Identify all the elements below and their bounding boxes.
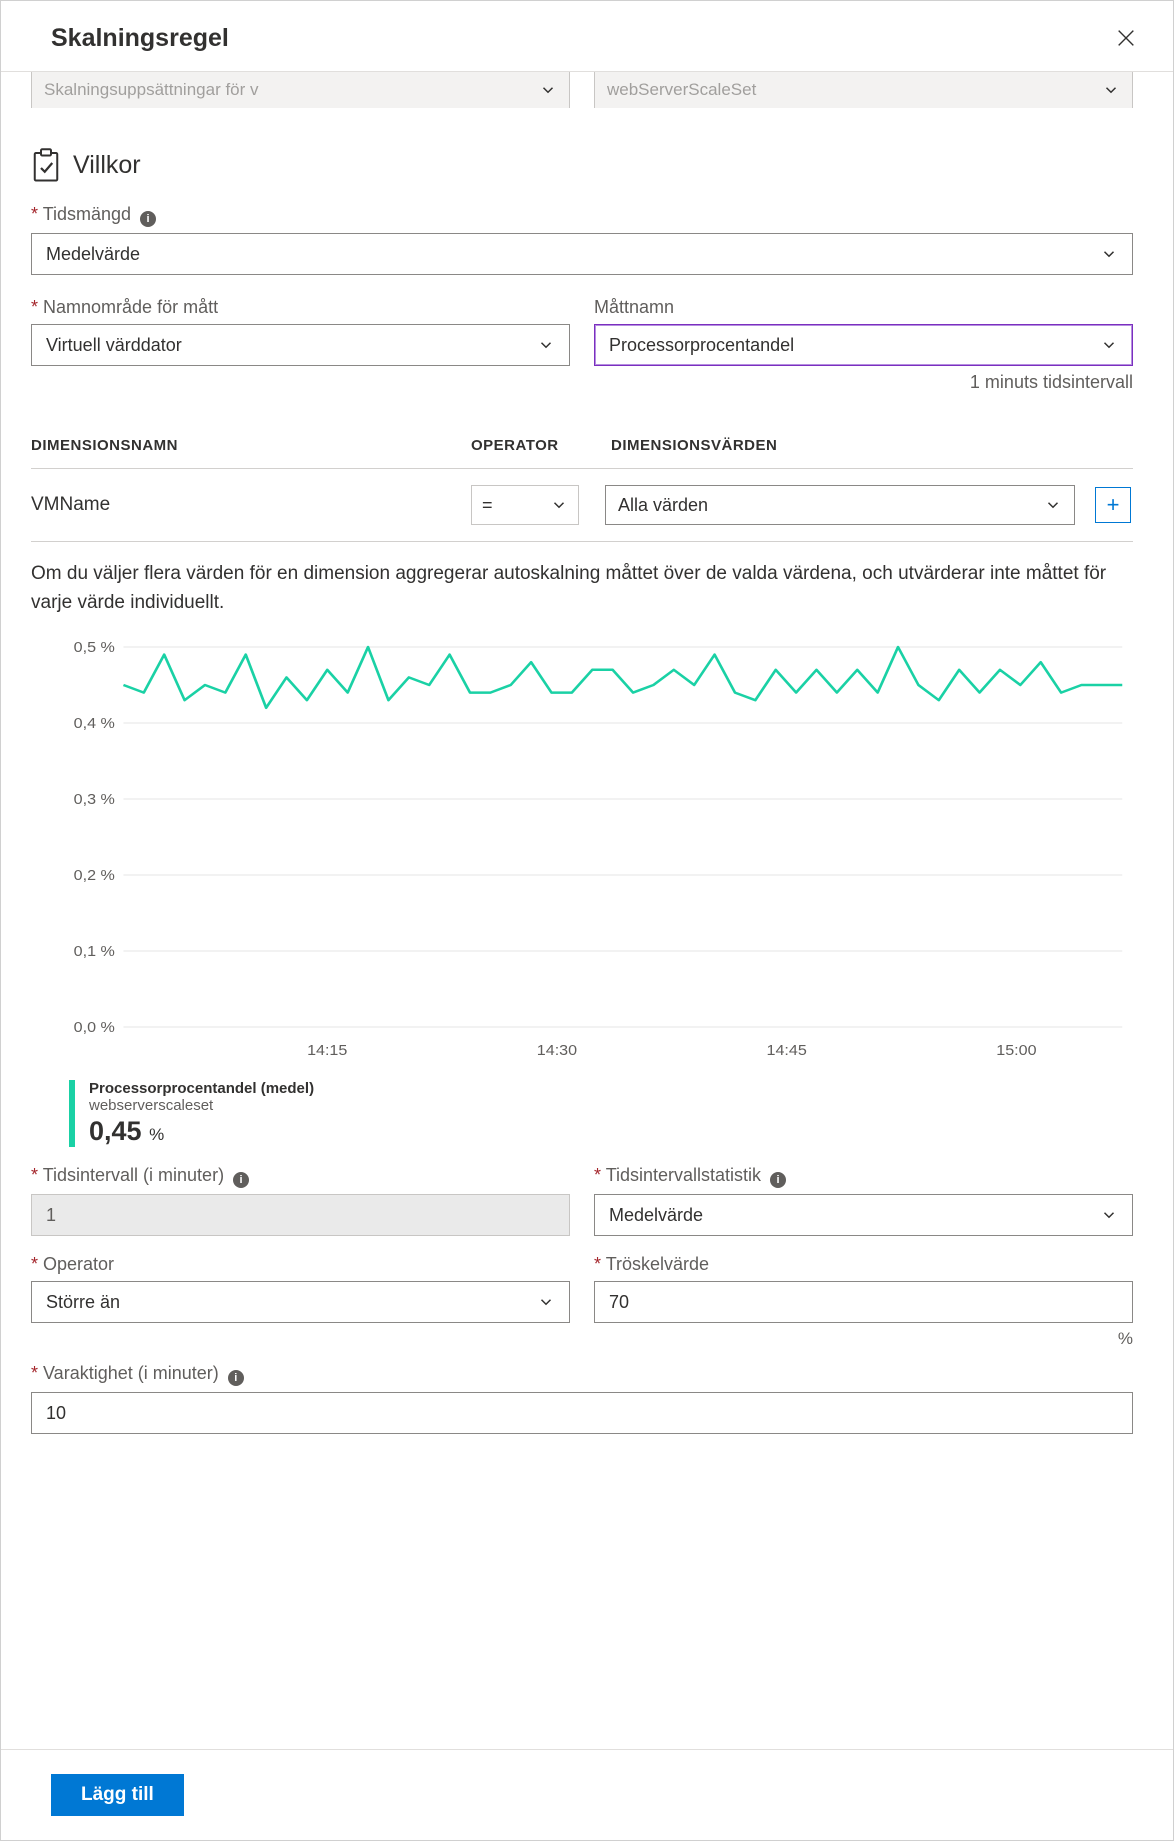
chevron-down-icon <box>537 336 555 354</box>
dimensions-header-values: Dimensionsvärden <box>611 437 1133 454</box>
criteria-section-header: Villkor <box>31 148 1133 182</box>
criteria-section-title: Villkor <box>73 151 141 180</box>
dimension-value: Alla värden <box>618 495 708 516</box>
operator-value: Större än <box>46 1292 120 1313</box>
legend-title: Processorprocentandel (medel) <box>89 1080 314 1097</box>
svg-text:14:15: 14:15 <box>307 1042 347 1058</box>
chevron-down-icon <box>1100 336 1118 354</box>
plus-icon: + <box>1107 492 1120 518</box>
metric-name-value: Processorprocentandel <box>609 335 794 356</box>
threshold-label: Tröskelvärde <box>594 1254 1133 1275</box>
dimension-operator-select[interactable]: = <box>471 485 579 525</box>
svg-text:0,4 %: 0,4 % <box>74 715 115 731</box>
panel-title: Skalningsregel <box>51 24 229 53</box>
dimension-name: VMName <box>31 494 471 516</box>
svg-text:14:45: 14:45 <box>767 1042 807 1058</box>
info-icon[interactable]: i <box>140 211 156 227</box>
panel-footer: Lägg till <box>1 1749 1173 1840</box>
time-grain-label: Tidsintervall (i minuter) i <box>31 1165 570 1188</box>
time-aggregation-select[interactable]: Medelvärde <box>31 233 1133 275</box>
info-icon[interactable]: i <box>228 1370 244 1386</box>
svg-text:0,0 %: 0,0 % <box>74 1019 115 1035</box>
time-grain-stat-select[interactable]: Medelvärde <box>594 1194 1133 1236</box>
close-button[interactable] <box>1109 21 1143 55</box>
time-grain-stat-label: Tidsintervallstatistik i <box>594 1165 1133 1188</box>
time-aggregation-label: Tidsmängd i <box>31 204 1133 227</box>
dimension-value-select[interactable]: Alla värden <box>605 485 1075 525</box>
legend-subtitle: webserverscaleset <box>89 1097 314 1114</box>
metric-chart: 0,5 % 0,4 % 0,3 % 0,2 % 0,1 % 0,0 % 14:15 14:30… <box>59 637 1133 1147</box>
metric-namespace-value: Virtuell värddator <box>46 335 182 356</box>
metric-source-select[interactable]: Skalningsuppsättningar för v <box>31 72 570 108</box>
time-aggregation-value: Medelvärde <box>46 244 140 265</box>
info-icon[interactable]: i <box>233 1172 249 1188</box>
resource-value: webServerScaleSet <box>607 80 756 100</box>
add-button[interactable]: Lägg till <box>51 1774 184 1816</box>
add-dimension-button[interactable]: + <box>1095 487 1131 523</box>
svg-text:0,2 %: 0,2 % <box>74 867 115 883</box>
time-grain-input: 1 <box>31 1194 570 1236</box>
metric-namespace-label: Namnområde för mått <box>31 297 570 318</box>
chevron-down-icon <box>550 496 568 514</box>
varaktighet-input[interactable]: 10 <box>31 1392 1133 1434</box>
dimensions-header-operator: Operator <box>471 437 611 454</box>
threshold-unit: % <box>594 1329 1133 1349</box>
legend-value: 0,45 % <box>89 1116 314 1147</box>
time-grain-stat-value: Medelvärde <box>609 1205 703 1226</box>
chevron-down-icon <box>1100 1206 1118 1224</box>
dimension-operator-value: = <box>482 495 493 516</box>
metric-name-select[interactable]: Processorprocentandel <box>594 324 1133 366</box>
info-icon[interactable]: i <box>770 1172 786 1188</box>
chevron-down-icon <box>1100 245 1118 263</box>
operator-label: Operator <box>31 1254 570 1275</box>
chart-legend: Processorprocentandel (medel) webservers… <box>69 1080 1133 1147</box>
svg-text:0,1 %: 0,1 % <box>74 943 115 959</box>
threshold-input[interactable]: 70 <box>594 1281 1133 1323</box>
dimension-row: VMName = Alla värden <box>31 469 1133 542</box>
resource-select[interactable]: webServerScaleSet <box>594 72 1133 108</box>
dimension-description: Om du väljer flera värden för en dimensi… <box>31 560 1133 617</box>
panel-header: Skalningsregel <box>1 1 1173 72</box>
chevron-down-icon <box>537 1293 555 1311</box>
dimensions-header-name: Dimensionsnamn <box>31 437 471 454</box>
clipboard-check-icon <box>31 148 61 182</box>
varaktighet-label: Varaktighet (i minuter) i <box>31 1363 1133 1386</box>
svg-text:15:00: 15:00 <box>996 1042 1037 1058</box>
svg-text:14:30: 14:30 <box>537 1042 578 1058</box>
chevron-down-icon <box>539 81 557 99</box>
chevron-down-icon <box>1102 81 1120 99</box>
metric-namespace-select[interactable]: Virtuell värddator <box>31 324 570 366</box>
legend-color-bar <box>69 1080 75 1147</box>
interval-hint: 1 minuts tidsintervall <box>594 372 1133 393</box>
operator-select[interactable]: Större än <box>31 1281 570 1323</box>
dimensions-header-row: Dimensionsnamn Operator Dimensionsvärden <box>31 411 1133 469</box>
metric-name-label: Måttnamn <box>594 297 1133 318</box>
chevron-down-icon <box>1044 496 1062 514</box>
svg-text:0,3 %: 0,3 % <box>74 791 115 807</box>
metric-source-value: Skalningsuppsättningar för v <box>44 80 259 100</box>
svg-text:0,5 %: 0,5 % <box>74 639 115 655</box>
